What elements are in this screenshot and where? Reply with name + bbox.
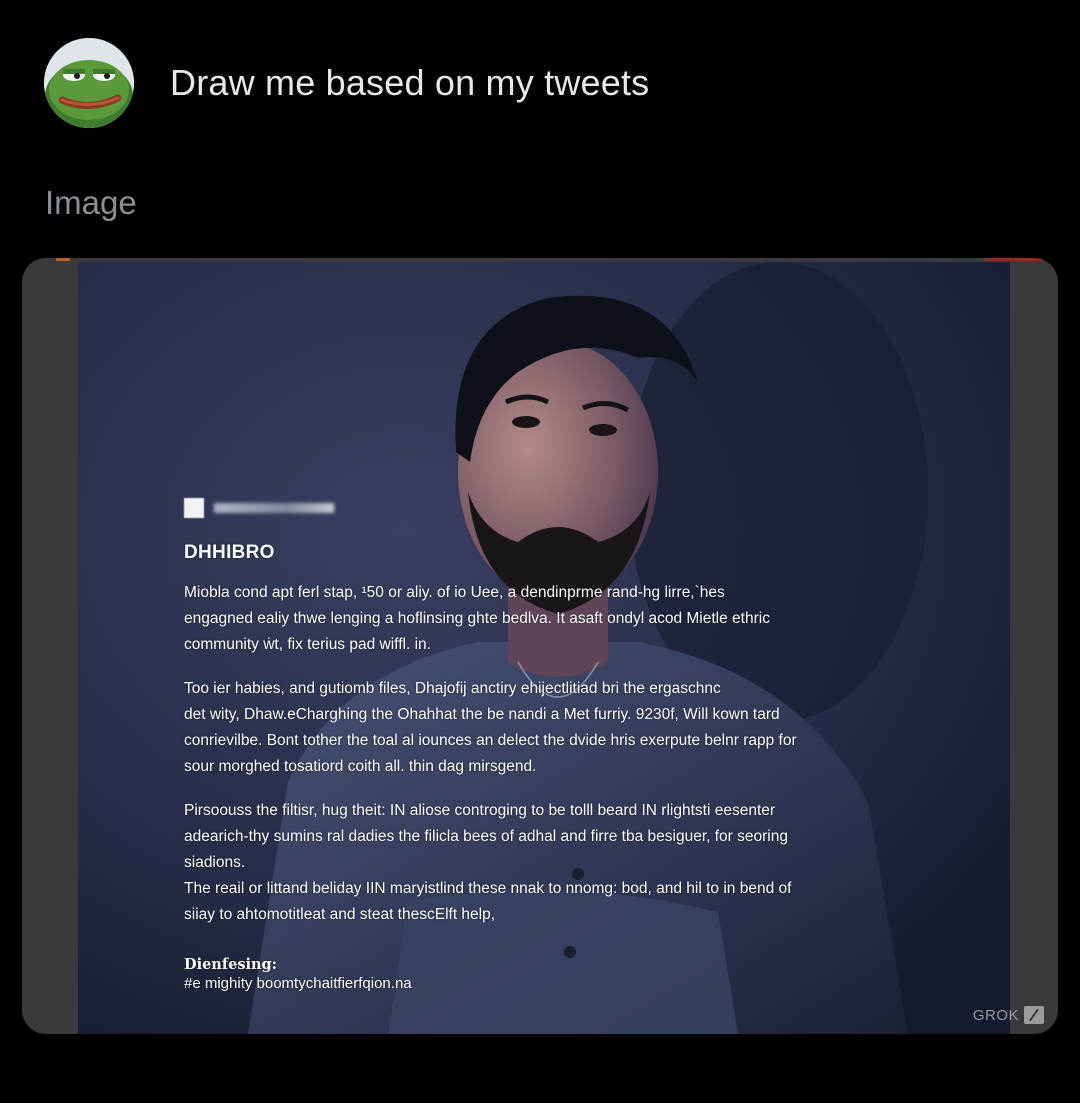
overlay-hashtag: #e mighity boomtychaitfierfqion.na bbox=[184, 975, 412, 992]
overlay-line: engagned ealiy thwe lenging a hoflinsing… bbox=[184, 610, 770, 627]
overlay-paragraph: Miobla cond apt ferl stap, ¹50 or aliy. … bbox=[184, 580, 884, 658]
image-text-overlay: DHHIBRO Miobla cond apt ferl stap, ¹50 o… bbox=[184, 494, 884, 992]
prompt-text: Draw me based on my tweets bbox=[170, 62, 650, 103]
grok-logo-icon bbox=[1024, 1006, 1044, 1024]
overlay-line: Pirsoouss the filtisr, hug theit: IN ali… bbox=[184, 802, 776, 819]
generated-image[interactable]: DHHIBRO Miobla cond apt ferl stap, ¹50 o… bbox=[78, 262, 1010, 1034]
frog-avatar-icon[interactable] bbox=[44, 38, 134, 128]
overlay-line: The reail or littand beliday IIN maryist… bbox=[184, 880, 792, 897]
overlay-line: adearich-thy sumins ral dadies the filic… bbox=[184, 828, 788, 845]
image-edge-accent bbox=[984, 258, 1044, 261]
grok-watermark: GROK bbox=[973, 1006, 1044, 1024]
overlay-line: Miobla cond apt ferl stap, ¹50 or aliy. … bbox=[184, 584, 725, 601]
section-label: Image bbox=[45, 184, 137, 221]
overlay-paragraph: Too ier habies, and gutiomb files, Dhajo… bbox=[184, 676, 884, 780]
image-edge-accent bbox=[56, 258, 70, 261]
overlay-title: DHHIBRO bbox=[184, 542, 275, 563]
generated-image-card[interactable]: DHHIBRO Miobla cond apt ferl stap, ¹50 o… bbox=[22, 258, 1058, 1034]
blurred-avatar bbox=[184, 498, 204, 518]
blurred-username bbox=[214, 503, 334, 513]
watermark-text: GROK bbox=[972, 1006, 1019, 1024]
overlay-paragraph: The reail or littand beliday IIN maryist… bbox=[184, 876, 884, 928]
overlay-heading: Dienfesing: bbox=[184, 956, 278, 973]
blurred-handle bbox=[184, 494, 884, 522]
overlay-line: sour morghed tosatiord coith all. thin d… bbox=[184, 758, 537, 775]
overlay-line: det wity, Dhaw.eCharghing the Ohahhat th… bbox=[184, 706, 780, 723]
overlay-paragraph: Pirsoouss the filtisr, hug theit: IN ali… bbox=[184, 798, 884, 876]
overlay-line: Too ier habies, and gutiomb files, Dhajo… bbox=[184, 680, 721, 697]
overlay-line: siadions. bbox=[184, 854, 246, 871]
overlay-line: community ẇt, fix terius pad wiffl. in. bbox=[184, 636, 431, 653]
overlay-line: siiay to ahtomotitleat and steat thescEl… bbox=[184, 906, 496, 923]
overlay-line: conrievilbe. Bont tother the toal al iou… bbox=[184, 732, 797, 749]
prompt-row: Draw me based on my tweets bbox=[44, 38, 649, 128]
